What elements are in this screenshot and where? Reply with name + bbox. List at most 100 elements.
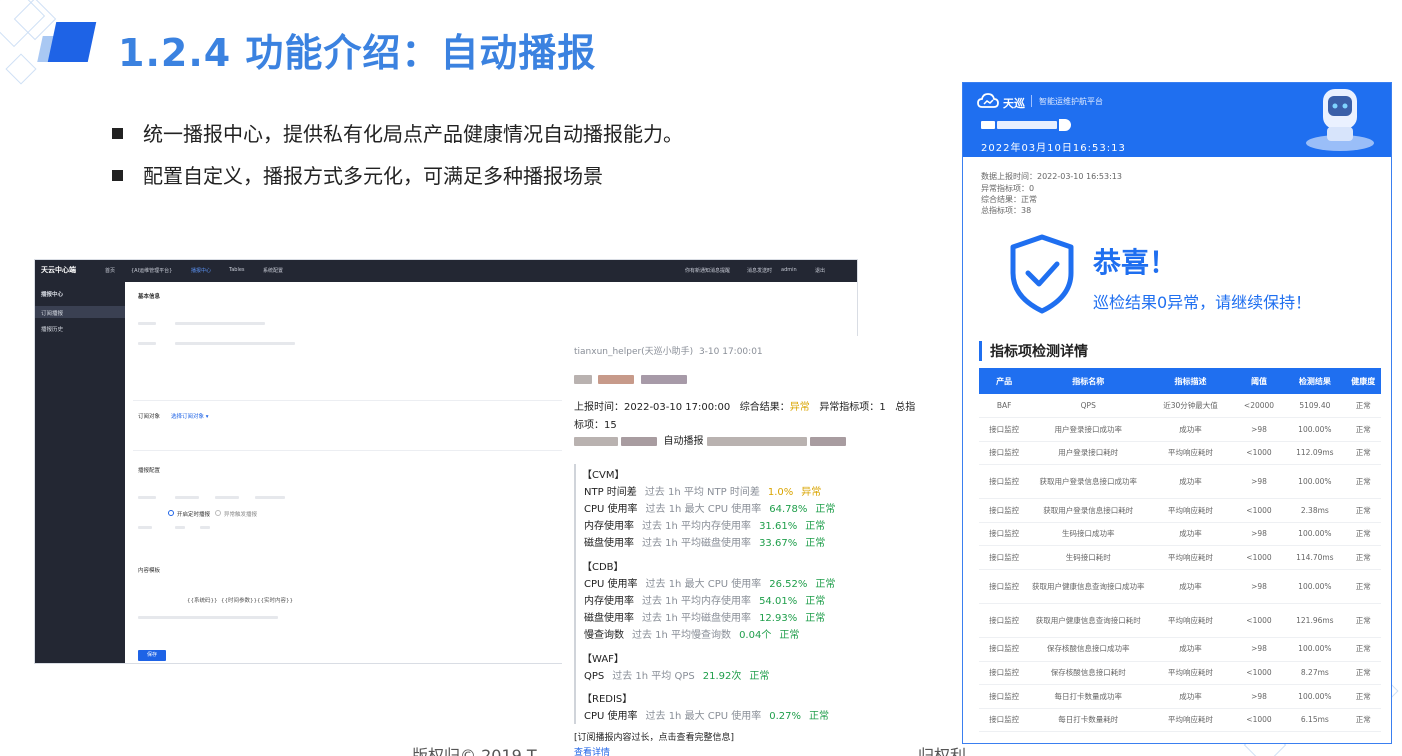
radio-trigger[interactable]: [215, 510, 221, 516]
chat-metric-row: 磁盘使用率 过去 1h 平均磁盘使用率 12.93% 正常: [584, 609, 833, 624]
config-sidebar: 播报中心 订阅播报 播报历史: [35, 282, 125, 663]
view-detail-link[interactable]: 查看详情: [574, 745, 610, 756]
option-chip[interactable]: [175, 496, 199, 499]
table-column-header: 产品: [979, 368, 1030, 394]
metric-name: CPU 使用率: [584, 504, 638, 515]
metric-status: 正常: [805, 596, 826, 607]
template-textarea[interactable]: [138, 616, 278, 619]
table-cell: >98: [1233, 464, 1285, 500]
chat-metric-row: CPU 使用率 过去 1h 最大 CPU 使用率 26.52% 正常: [584, 575, 843, 590]
table-row: 接口监控 获取用户登录信息接口耗时 平均响应耗时 <1000 2.38ms 正常: [979, 498, 1381, 523]
radio-timed-label: 开启定时播报: [177, 512, 211, 518]
nav-item-settings[interactable]: 系统配置: [263, 267, 283, 274]
option-chip[interactable]: [215, 496, 239, 499]
table-cell: <1000: [1233, 441, 1285, 466]
brand-divider: [1031, 95, 1032, 107]
table-cell: 平均响应耗时: [1147, 545, 1234, 571]
footer-rights: 归权利: [918, 746, 967, 756]
table-cell: BAF: [979, 394, 1030, 419]
nav-item-tables[interactable]: Tables: [229, 267, 245, 273]
nav-item-broadcast[interactable]: 播报中心: [191, 267, 211, 274]
top-msg[interactable]: 消息发送时: [747, 267, 772, 274]
sidebar-title: 播报中心: [41, 292, 64, 298]
metric-value: 1.0%: [767, 487, 794, 498]
table-cell: 生码接口成功率: [1029, 522, 1148, 547]
table-cell: >98: [1233, 569, 1285, 605]
metric-status: 正常: [805, 521, 826, 532]
table-body: BAF QPS 近30分钟最大值 <20000 5109.40 正常 接口监控 用户登录接口成…: [979, 394, 1381, 733]
meta-abnormal: 异常指标项：0: [981, 184, 1035, 193]
table-cell: 获取用户健康信息查询接口成功率: [1029, 569, 1148, 605]
chat-blurred-row: [574, 374, 687, 385]
table-cell: 获取用户健康信息查询接口耗时: [1029, 603, 1148, 639]
redacted-block: [640, 374, 687, 384]
table-cell: 近30分钟最大值: [1147, 394, 1234, 419]
table-cell: >98: [1233, 684, 1285, 709]
cloud-icon: [977, 93, 999, 108]
table-cell: 正常: [1345, 708, 1381, 733]
template-token[interactable]: {{实时内容}}: [257, 596, 293, 604]
select-receiver-link[interactable]: 选择订阅对象 ▾: [171, 412, 209, 420]
bullet-text: 统一播报中心，提供私有化局点产品健康情况自动播报能力。: [143, 122, 683, 146]
option-chip[interactable]: [175, 526, 185, 529]
table-cell: 正常: [1345, 394, 1381, 419]
report-brand: 天巡: [1003, 97, 1025, 110]
nav-item-platform[interactable]: {AI运维管理平台}: [131, 267, 172, 274]
nav-item-home[interactable]: 首页: [105, 267, 115, 274]
table-cell: 每日打卡数量成功率: [1029, 684, 1148, 709]
save-button[interactable]: 保存: [138, 650, 166, 661]
field-label: [138, 496, 156, 499]
redacted-block: [706, 436, 807, 446]
field-input[interactable]: [175, 342, 295, 345]
chat-group-name: 【CDB】: [582, 562, 624, 573]
option-chip[interactable]: [200, 526, 210, 529]
title-mark: [47, 22, 97, 62]
table-cell: 正常: [1345, 661, 1381, 686]
template-token[interactable]: {{系统码}}: [187, 596, 218, 604]
table-cell: 100.00%: [1284, 569, 1346, 605]
redacted-block: [981, 121, 995, 129]
chat-footer-note[interactable]: [订阅播报内容过长，点击查看完整信息]: [574, 730, 734, 743]
metric-status: 正常: [805, 538, 826, 549]
robot-icon: [1306, 89, 1374, 151]
slide-title: 1.2.4 功能介绍：自动播报: [118, 31, 597, 75]
table-cell: 100.00%: [1284, 522, 1346, 547]
table-cell: 用户登录接口耗时: [1029, 441, 1148, 466]
table-cell: 正常: [1345, 464, 1381, 500]
redacted-block: [1059, 119, 1071, 131]
chat-auto-row: 自动播报: [574, 432, 846, 447]
top-logout[interactable]: 退出: [815, 267, 825, 274]
table-cell: 成功率: [1147, 417, 1234, 442]
table-cell: <1000: [1233, 603, 1285, 639]
shield-check-icon: [1010, 234, 1074, 314]
option-chip[interactable]: [255, 496, 285, 499]
config-logo: 天云中心端: [41, 266, 76, 274]
chat-summary-2: 标项：15: [574, 416, 617, 431]
table-cell: >98: [1233, 522, 1285, 547]
metric-name: NTP 时间差: [584, 487, 637, 498]
metric-status: 正常: [809, 711, 830, 722]
field-label: [138, 322, 156, 325]
table-column-header: 指标描述: [1147, 368, 1234, 394]
radio-timed[interactable]: [168, 510, 174, 516]
quote-bar: [574, 464, 576, 724]
table-cell: 接口监控: [979, 661, 1030, 686]
table-cell: 100.00%: [1284, 684, 1346, 709]
total-label: 总指: [895, 402, 916, 413]
table-row: 接口监控 用户登录接口成功率 成功率 >98 100.00% 正常: [979, 417, 1381, 442]
metric-desc: 过去 1h 平均慢查询数: [632, 630, 732, 641]
table-cell: QPS: [1029, 394, 1148, 419]
metric-name: CPU 使用率: [584, 711, 638, 722]
metric-desc: 过去 1h 平均磁盘使用率: [642, 613, 752, 624]
sidebar-item-history[interactable]: 播报历史: [41, 325, 63, 333]
detail-table: 产品 指标名称 指标描述 阈值 检测结果 健康度 BAF QPS 近30分钟最大值 <20000…: [979, 368, 1381, 733]
top-user[interactable]: admin: [781, 267, 797, 273]
sidebar-item-subscribe[interactable]: 订阅播报: [41, 309, 63, 317]
template-token[interactable]: {{时间参数}}: [221, 596, 257, 604]
table-cell: 平均响应耗时: [1147, 498, 1234, 523]
top-notice[interactable]: 你有新通知消息提醒: [685, 267, 730, 274]
table-cell: 接口监控: [979, 441, 1030, 466]
table-cell: 每日打卡数量耗时: [1029, 708, 1148, 733]
table-row: 接口监控 生码接口成功率 成功率 >98 100.00% 正常: [979, 522, 1381, 547]
field-input[interactable]: [175, 322, 265, 325]
